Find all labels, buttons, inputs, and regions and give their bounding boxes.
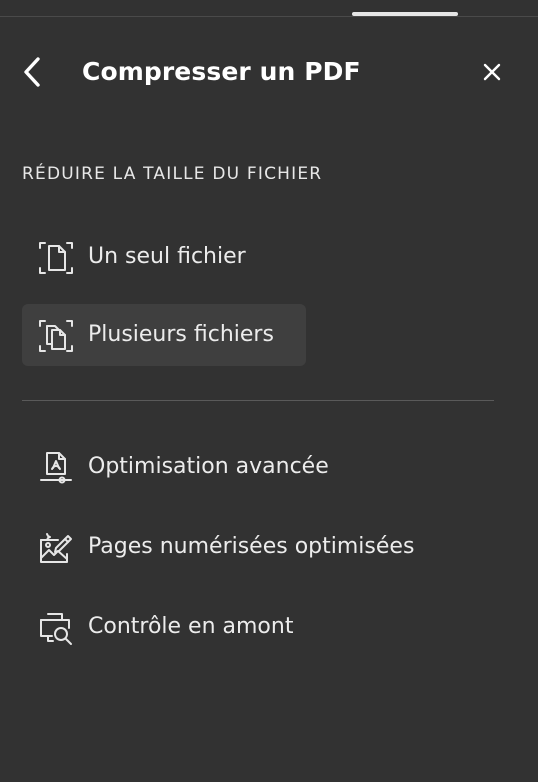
close-icon [483, 63, 501, 81]
option-label: Pages numérisées optimisées [88, 534, 415, 559]
option-advanced-optimization[interactable]: Optimisation avancée [22, 436, 502, 498]
option-optimized-scanned-pages[interactable]: Pages numérisées optimisées [22, 516, 502, 578]
option-multiple-files[interactable]: Plusieurs fichiers [22, 304, 306, 366]
scanned-image-icon [38, 530, 74, 566]
back-button[interactable] [14, 54, 50, 90]
preflight-icon [38, 610, 74, 646]
option-label: Optimisation avancée [88, 454, 329, 479]
option-single-file[interactable]: Un seul fichier [22, 226, 306, 288]
option-preflight[interactable]: Contrôle en amont [22, 596, 502, 658]
page-title: Compresser un PDF [82, 57, 361, 86]
option-label: Un seul fichier [88, 244, 246, 269]
close-button[interactable] [474, 54, 510, 90]
section-heading-reduce-size: RÉDUIRE LA TAILLE DU FICHIER [22, 164, 323, 184]
multiple-files-icon [38, 318, 74, 354]
pdf-optimize-icon [38, 450, 74, 486]
chevron-left-icon [21, 56, 43, 88]
single-file-icon [38, 240, 74, 276]
option-label: Contrôle en amont [88, 614, 294, 639]
section-divider [22, 400, 494, 401]
top-divider [0, 16, 538, 17]
panel-header: Compresser un PDF [0, 40, 538, 104]
option-label: Plusieurs fichiers [88, 322, 274, 347]
active-tab-indicator [352, 12, 458, 16]
